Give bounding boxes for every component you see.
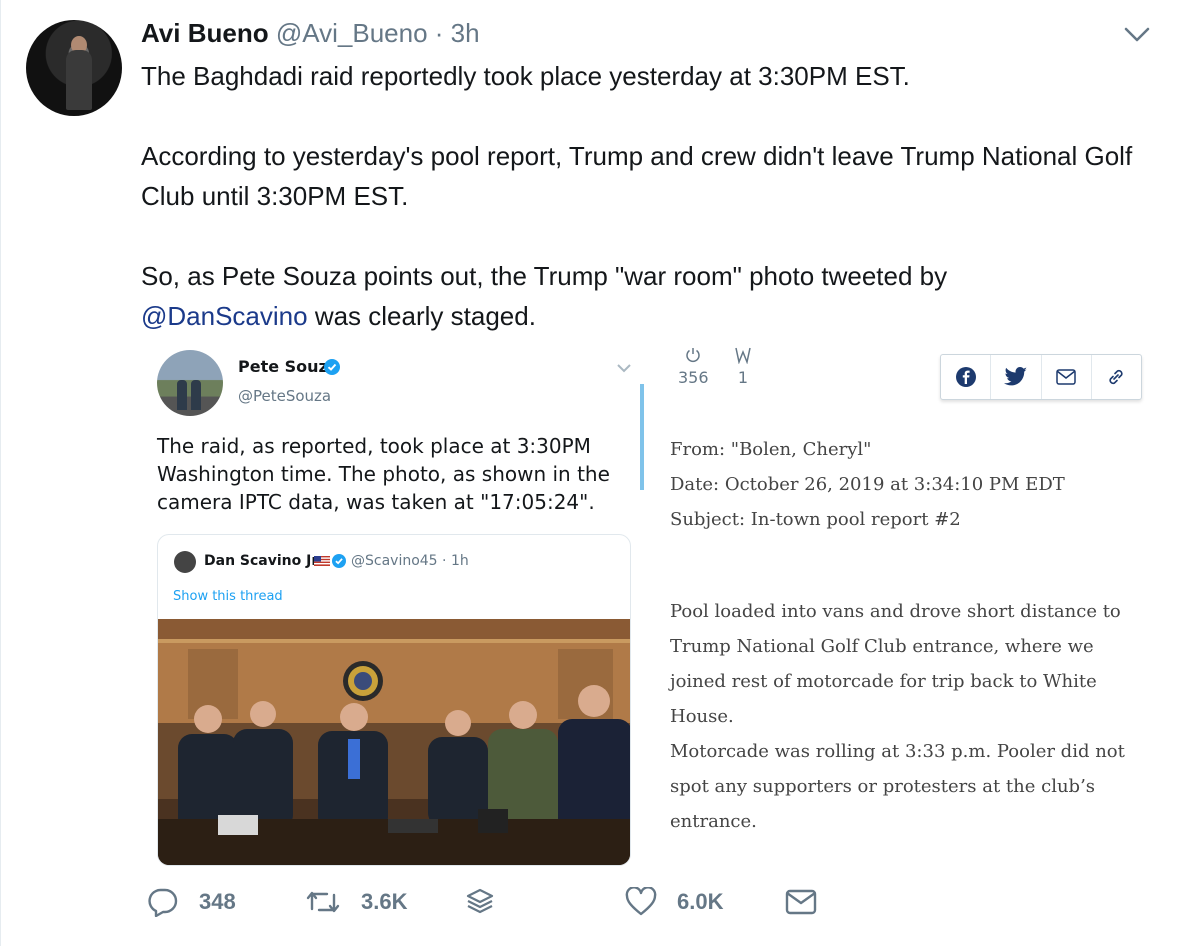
embedded-screenshot[interactable]: Pete Souza @PeteSouza The raid, as repor… bbox=[152, 340, 1152, 866]
tweet-text: The Baghdadi raid reportedly took place … bbox=[141, 56, 1171, 336]
quoted-avatar bbox=[174, 551, 196, 573]
chevron-down-icon[interactable] bbox=[1124, 26, 1150, 44]
like-count: 6.0K bbox=[677, 889, 724, 914]
author-name[interactable]: Avi Bueno bbox=[141, 18, 269, 48]
document-stats: 356 1 bbox=[672, 346, 782, 396]
tweet-paragraph-3-text: So, as Pete Souza points out, the Trump … bbox=[141, 261, 948, 291]
us-flag-icon bbox=[314, 556, 330, 566]
stat-count-2: 1 bbox=[737, 368, 749, 387]
author-avatar[interactable] bbox=[26, 20, 122, 116]
envelope-icon bbox=[785, 889, 817, 915]
tweet-paragraph-3-end: was clearly staged. bbox=[307, 301, 536, 331]
embed-author-avatar bbox=[157, 350, 223, 416]
link-icon bbox=[1109, 369, 1123, 385]
tweet-header: Avi Bueno @Avi_Bueno · 3h bbox=[141, 16, 480, 50]
share-bar bbox=[940, 354, 1142, 400]
author-handle[interactable]: @Avi_Bueno bbox=[276, 18, 428, 48]
share-facebook bbox=[941, 355, 992, 399]
stat-count-1: 356 bbox=[678, 368, 709, 387]
tweet-paragraph-1: The Baghdadi raid reportedly took place … bbox=[141, 61, 910, 91]
quoted-verified-icon bbox=[332, 554, 346, 568]
mention-link[interactable]: @DanScavino bbox=[141, 301, 308, 331]
reply-count: 348 bbox=[199, 889, 236, 914]
tweet-actions: 348 3.6K 6.0K bbox=[141, 880, 1141, 924]
power-icon bbox=[686, 348, 701, 363]
quoted-author-handle: @Scavino45 · 1h bbox=[351, 553, 469, 569]
layers-icon bbox=[466, 888, 494, 914]
email-body: Pool loaded into vans and drove short di… bbox=[670, 594, 1140, 839]
divider-bar bbox=[640, 384, 644, 490]
reply-icon bbox=[148, 888, 178, 917]
timeline-border bbox=[0, 0, 1, 946]
reply-button[interactable]: 348 bbox=[147, 880, 236, 924]
email-from: From: "Bolen, Cheryl" bbox=[670, 439, 872, 460]
like-button[interactable]: 6.0K bbox=[625, 880, 723, 924]
embed-chevron-down-icon bbox=[617, 364, 631, 373]
email-subject: Subject: In-town pool report #2 bbox=[670, 509, 961, 530]
share-twitter bbox=[991, 355, 1042, 399]
email-icon bbox=[1056, 369, 1076, 385]
twitter-icon bbox=[1003, 367, 1027, 386]
email-body-paragraph-1: Pool loaded into vans and drove short di… bbox=[670, 601, 1121, 727]
separator-dot: · bbox=[434, 18, 444, 48]
email-header: From: "Bolen, Cheryl" Date: October 26, … bbox=[670, 432, 1140, 537]
heart-icon bbox=[625, 887, 657, 916]
quoted-author-name: Dan Scavino Jr. bbox=[204, 553, 322, 569]
stack-button[interactable] bbox=[465, 880, 495, 924]
embed-author-handle: @PeteSouza bbox=[238, 387, 332, 405]
share-email bbox=[1042, 355, 1092, 399]
retweet-count: 3.6K bbox=[361, 889, 408, 914]
facebook-icon bbox=[955, 367, 976, 387]
email-date: Date: October 26, 2019 at 3:34:10 PM EDT bbox=[670, 474, 1065, 495]
stat-bookmarks: 1 bbox=[734, 346, 752, 387]
email-body-paragraph-2: Motorcade was rolling at 3:33 p.m. Poole… bbox=[670, 741, 1125, 832]
verified-icon bbox=[324, 359, 340, 375]
situation-room-photo bbox=[158, 619, 630, 865]
quoted-tweet: Dan Scavino Jr. @Scavino45 · 1h Show thi… bbox=[157, 534, 631, 866]
retweet-button[interactable]: 3.6K bbox=[305, 880, 407, 924]
stat-views: 356 bbox=[678, 346, 709, 387]
w-icon bbox=[735, 347, 751, 365]
tweet-paragraph-3: So, as Pete Souza points out, the Trump … bbox=[141, 256, 1171, 336]
tweet-paragraph-2: According to yesterday's pool report, Tr… bbox=[141, 141, 1133, 211]
direct-message-button[interactable] bbox=[785, 880, 817, 924]
show-thread-link: Show this thread bbox=[173, 589, 283, 604]
tweet-timestamp[interactable]: 3h bbox=[451, 18, 480, 48]
embed-tweet-text: The raid, as reported, took place at 3:3… bbox=[157, 434, 610, 514]
retweet-icon bbox=[306, 891, 340, 913]
share-link bbox=[1092, 355, 1141, 399]
